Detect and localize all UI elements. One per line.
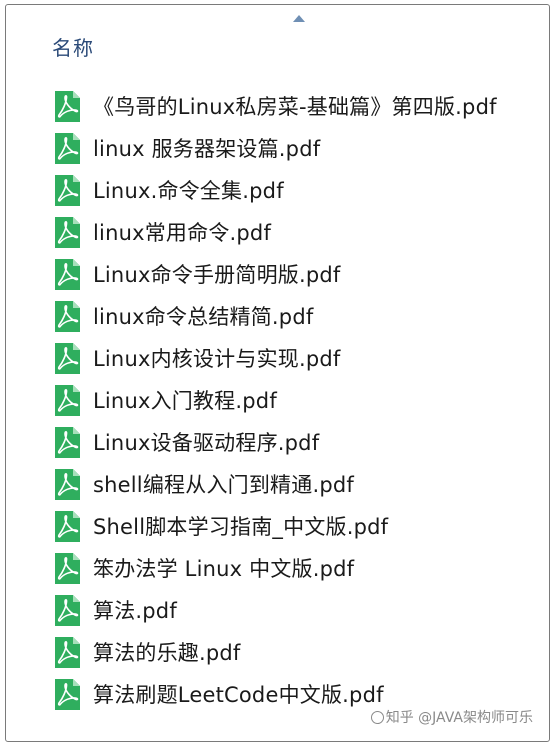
pdf-file-icon — [55, 132, 80, 164]
file-name: 算法刷题LeetCode中文版.pdf — [93, 683, 384, 707]
file-row[interactable]: Linux入门教程.pdf — [54, 379, 497, 421]
pdf-file-icon — [55, 258, 80, 290]
pdf-file-icon — [55, 594, 80, 626]
watermark: 知乎 @JAVA架构师可乐 — [370, 707, 533, 727]
file-name: Linux命令手册简明版.pdf — [93, 263, 341, 287]
file-name: 算法的乐趣.pdf — [93, 641, 241, 665]
file-row[interactable]: 《鸟哥的Linux私房菜-基础篇》第四版.pdf — [54, 85, 497, 127]
pdf-file-icon — [55, 174, 80, 206]
file-name: Shell脚本学习指南_中文版.pdf — [93, 515, 389, 539]
pdf-file-icon — [55, 468, 80, 500]
file-row[interactable]: 算法.pdf — [54, 589, 497, 631]
sort-ascending-icon[interactable] — [293, 15, 305, 22]
file-name: Linux.命令全集.pdf — [93, 179, 284, 203]
file-name: 笨办法学 Linux 中文版.pdf — [93, 557, 355, 581]
pdf-file-icon — [55, 90, 80, 122]
pdf-file-icon — [55, 636, 80, 668]
file-name: shell编程从入门到精通.pdf — [93, 473, 354, 497]
file-name: linux 服务器架设篇.pdf — [93, 137, 321, 161]
pdf-file-icon — [55, 510, 80, 542]
pdf-file-icon — [55, 300, 80, 332]
file-list: 《鸟哥的Linux私房菜-基础篇》第四版.pdf linux 服务器架设篇.pdf… — [54, 85, 497, 715]
file-row[interactable]: Linux内核设计与实现.pdf — [54, 337, 497, 379]
file-row[interactable]: Linux设备驱动程序.pdf — [54, 421, 497, 463]
file-name: Linux内核设计与实现.pdf — [93, 347, 341, 371]
file-row[interactable]: linux常用命令.pdf — [54, 211, 497, 253]
file-name: 算法.pdf — [93, 599, 177, 623]
pdf-file-icon — [55, 678, 80, 710]
pdf-file-icon — [55, 342, 80, 374]
column-header-name[interactable]: 名称 — [52, 32, 94, 61]
file-row[interactable]: 算法的乐趣.pdf — [54, 631, 497, 673]
file-row[interactable]: shell编程从入门到精通.pdf — [54, 463, 497, 505]
file-row[interactable]: linux 服务器架设篇.pdf — [54, 127, 497, 169]
pdf-file-icon — [55, 426, 80, 458]
file-name: linux常用命令.pdf — [93, 221, 272, 245]
watermark-text: 知乎 @JAVA架构师可乐 — [385, 710, 533, 726]
file-name: 《鸟哥的Linux私房菜-基础篇》第四版.pdf — [93, 95, 497, 119]
file-name: linux命令总结精简.pdf — [93, 305, 314, 329]
file-row[interactable]: 笨办法学 Linux 中文版.pdf — [54, 547, 497, 589]
file-row[interactable]: linux命令总结精简.pdf — [54, 295, 497, 337]
file-name: Linux入门教程.pdf — [93, 389, 277, 413]
file-row[interactable]: Linux命令手册简明版.pdf — [54, 253, 497, 295]
file-name: Linux设备驱动程序.pdf — [93, 431, 320, 455]
file-row[interactable]: Shell脚本学习指南_中文版.pdf — [54, 505, 497, 547]
file-explorer-pane: 名称 《鸟哥的Linux私房菜-基础篇》第四版.pdf linux 服务器架设篇.… — [5, 4, 550, 742]
pdf-file-icon — [55, 384, 80, 416]
pdf-file-icon — [55, 216, 80, 248]
zhihu-logo-icon — [370, 711, 384, 724]
pdf-file-icon — [55, 552, 80, 584]
file-row[interactable]: Linux.命令全集.pdf — [54, 169, 497, 211]
